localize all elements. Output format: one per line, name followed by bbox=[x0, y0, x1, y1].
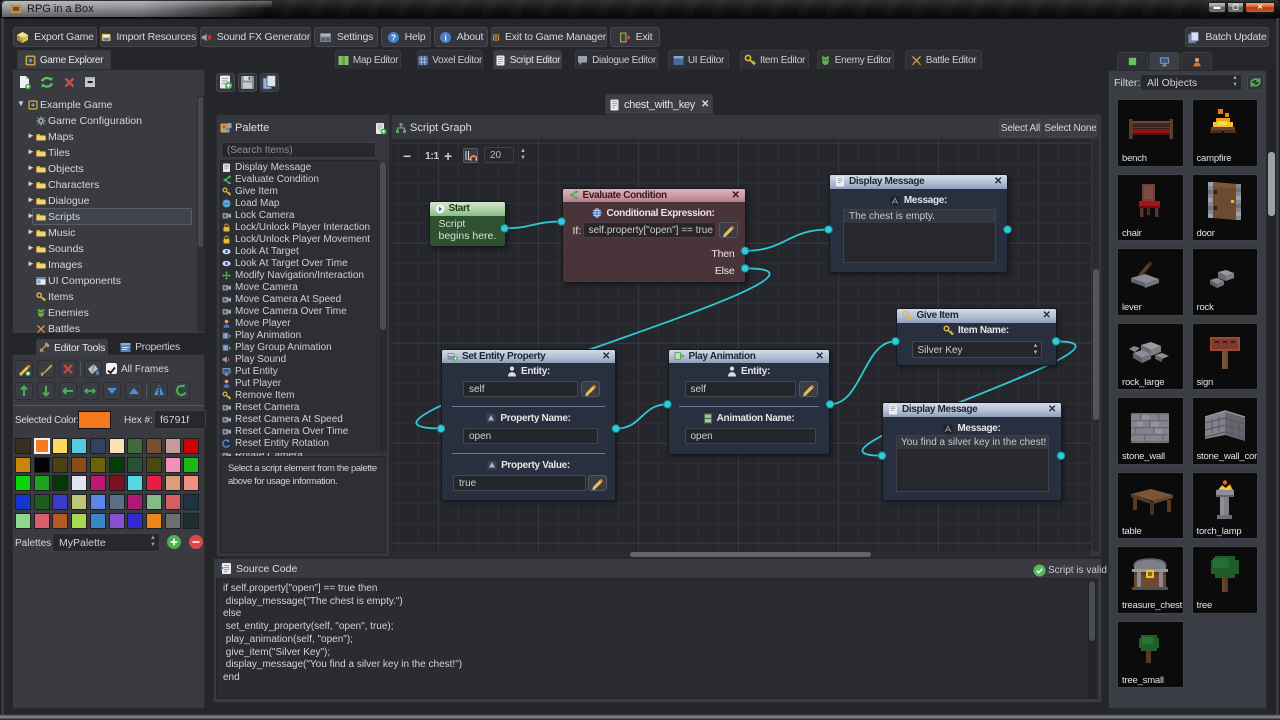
svg-text:?: ? bbox=[391, 32, 396, 42]
